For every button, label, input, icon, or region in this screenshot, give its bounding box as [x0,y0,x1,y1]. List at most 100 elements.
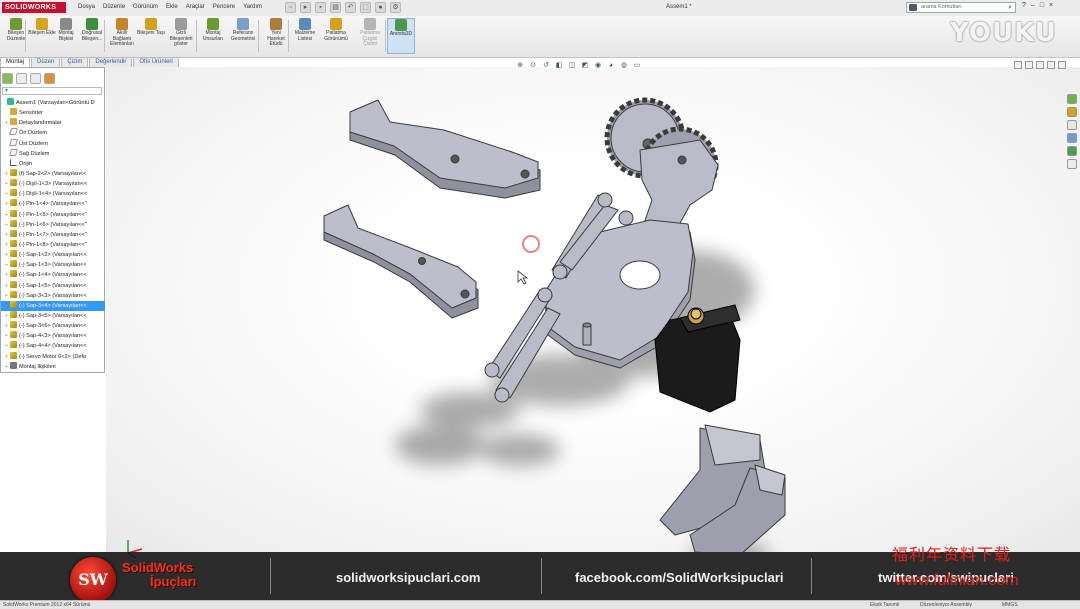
configuration-manager-tab-icon[interactable] [30,73,41,84]
tree-item[interactable]: + (-) Pin-1<6> (Varsayılan<<" [1,219,105,230]
section-view-icon[interactable]: ◧ [554,61,564,71]
menu-5[interactable]: Pencere [213,4,235,10]
command-button-6[interactable]: Gizli Bileşenleri göster [167,18,195,48]
tree-item-label: Ön Düzlem [19,130,47,137]
tab-1[interactable]: Düzen [31,57,61,67]
display-style-icon[interactable]: ◩ [580,61,590,71]
tree-item[interactable]: Orijin [1,158,105,169]
tree-filter-input[interactable]: ▾ [2,87,102,95]
apply-scene-icon[interactable]: ◍ [619,61,629,71]
previous-view-icon[interactable]: ↺ [541,61,551,71]
display-manager-tab-icon[interactable] [44,73,55,84]
website-link[interactable]: solidworksipuclari.com [336,570,481,585]
feature-tree-tab-icon[interactable] [2,73,13,84]
command-button-3[interactable]: Doğrusal Bileşen... [78,18,106,42]
zoom-area-icon[interactable]: ⊙ [528,61,538,71]
tree-item[interactable]: + (-) Sap-3<6> (Varsayılan<< [1,321,105,331]
tree-item[interactable]: + (-) Sap-1<2> (Varsayılan<< [1,250,105,260]
search-scope-icon[interactable] [909,4,917,11]
viewport-split-icon[interactable] [1014,61,1022,69]
command-button-13[interactable]: Anında3D [387,18,415,54]
tree-item[interactable]: + (-) Pin-1<4> (Varsayılan<<" [1,199,105,209]
viewport-minimize-icon[interactable] [1036,61,1044,69]
tab-4[interactable]: Ofis Ürünleri [133,57,179,67]
tab-2[interactable]: Çizim [61,57,89,67]
select-icon[interactable]: ⬚ [360,2,371,13]
menu-1[interactable]: Düzenle [103,4,125,10]
print-icon[interactable]: ▤ [330,2,341,13]
zoom-to-fit-icon[interactable]: ⊕ [515,61,525,71]
save-icon[interactable]: ▪ [315,2,326,13]
tree-item[interactable]: + (-) Sap-1<3> (Varsayılan<< [1,260,105,270]
command-button-2[interactable]: Montaj Bişkisi [52,18,80,42]
edit-appearance-icon[interactable]: ◕ [606,61,616,71]
design-library-icon[interactable] [1067,107,1077,117]
view-palette-icon[interactable] [1067,133,1077,143]
menu-2[interactable]: Görünüm [133,4,158,10]
close-button[interactable]: × [1049,2,1053,9]
tree-item[interactable]: + (-) Sap-3<3> (Varsayılan<< [1,290,105,301]
arm-link-upper[interactable] [349,99,541,199]
tree-item[interactable]: Assem1 (Varsayılan<Görüntü D [1,98,105,108]
tree-item[interactable]: + (-) Pin-1<5> (Varsayılan<<" [1,209,105,220]
command-button-7[interactable]: Montaj Unsurları [199,18,227,42]
command-button-8[interactable]: Referans Geometrisi [229,18,257,42]
tree-item[interactable]: + (-) Pin-1<8> (Varsayılan<<" [1,239,105,250]
facebook-link[interactable]: facebook.com/SolidWorksipuclari [575,570,784,585]
undo-icon[interactable]: ↶ [345,2,356,13]
tree-item[interactable]: + (-) Sap-3<5> (Varsayılan<< [1,310,105,321]
part-icon [10,168,17,176]
rebuild-icon[interactable]: ● [375,2,386,13]
tree-item[interactable]: + (-) Servo Motor 6<2> (Defa [1,351,105,362]
view-settings-icon[interactable]: ▭ [632,61,642,71]
command-button-12[interactable]: Patlatma Çizgisi Çizimi [356,18,384,48]
solidworks-logo[interactable]: SOLIDWORKS [2,2,66,13]
search-commands-input[interactable]: arama Komutları ⌕ [906,2,1016,13]
tree-item[interactable]: Sağ Düzlem [1,148,105,159]
viewport-close-icon[interactable] [1058,61,1066,69]
menu-0[interactable]: Dosya [78,4,95,10]
new-document-icon[interactable]: ▫ [285,2,296,13]
property-manager-tab-icon[interactable] [16,73,27,84]
hide-show-items-icon[interactable]: ◉ [593,61,603,71]
tab-0[interactable]: Montaj [0,57,31,67]
file-explorer-icon[interactable] [1067,120,1077,130]
command-button-11[interactable]: Patlatma Görünümü [322,18,350,42]
tree-item[interactable]: + (-) Sap-4<3> (Varsayılan<< [1,331,105,341]
arm-link-lower[interactable] [323,204,479,319]
search-icon[interactable]: ⌕ [1008,3,1012,12]
options-icon[interactable]: ⚙ [390,2,401,13]
tree-item[interactable]: + (-) Sap-1<5> (Varsayılan<< [1,280,105,291]
command-button-4[interactable]: Akıllı Bağlantı Elemanları [108,18,136,48]
tree-item[interactable]: + (-) Dişli-1<3> (Varsayılan<< [1,179,105,189]
menu-3[interactable]: Ekle [166,4,178,10]
help-icon[interactable]: ? [1022,2,1026,9]
viewport-maximize-icon[interactable] [1047,61,1055,69]
tree-item[interactable]: + Montaj İlişkileri [1,361,105,372]
tree-item[interactable]: + (-) Dişli-1<4> (Varsayılan<< [1,189,105,199]
viewport-restore-icon[interactable] [1025,61,1033,69]
tree-item[interactable]: + (-) Sap-4<4> (Varsayılan<< [1,341,105,351]
tree-item[interactable]: Ön Düzlem [1,128,105,138]
minimize-button[interactable]: – [1031,2,1035,9]
tree-item[interactable]: + (-) Sap-1<4> (Varsayılan<< [1,270,105,280]
tree-item[interactable]: + (f) Sap-2<2> (Varsayılan<< [1,168,105,179]
resources-icon[interactable] [1067,94,1077,104]
view-orientation-icon[interactable]: ◫ [567,61,577,71]
tree-item[interactable]: Sensörler [1,108,105,118]
tab-3[interactable]: Değerlendir [89,57,133,67]
tree-item[interactable]: + Detaylandırmalar [1,118,105,128]
command-button-9[interactable]: Yeni Hareket Etüdü [262,18,290,48]
open-icon[interactable]: ▸ [300,2,311,13]
command-button-10[interactable]: Malzeme Listesi [291,18,319,42]
command-button-5[interactable]: Bileşeni Taşı [137,18,165,37]
tree-item[interactable]: Üst Düzlem [1,138,105,149]
menu-4[interactable]: Araçlar [186,4,205,10]
assembly-model-view[interactable] [106,67,1080,552]
custom-properties-icon[interactable] [1067,159,1077,169]
tree-item[interactable]: + (-) Pin-1<7> (Varsayılan<<" [1,229,105,240]
appearances-icon[interactable] [1067,146,1077,156]
tree-item[interactable]: + (-) Sap-3<4> (Varsayılan<< [1,300,105,311]
maximize-button[interactable]: □ [1040,2,1044,9]
menu-6[interactable]: Yardım [243,4,262,10]
